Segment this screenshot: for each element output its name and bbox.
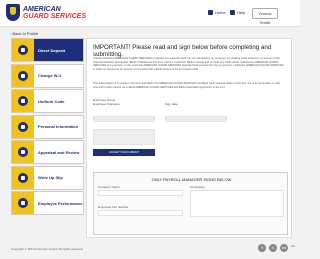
sign-date-field[interactable] [165, 116, 227, 122]
sidebar-item-label: Change W-4 [38, 73, 62, 78]
comments-field[interactable] [190, 190, 284, 217]
sidebar-item-label: Write Up Slip [38, 175, 63, 180]
sidebar-item-label: Personal Information [38, 124, 79, 129]
pencil-icon [18, 172, 28, 183]
accept-document-button[interactable]: ACCEPT DOCUMENT [93, 149, 155, 156]
nav-help-label: Help [237, 10, 246, 15]
sign-date-label: Sign date [165, 102, 178, 106]
copyright-text: Copyright © 2019 American Guard. All rig… [11, 247, 84, 251]
home-icon [208, 10, 213, 15]
sidebar-item-change-w4[interactable]: Change W-4 [11, 63, 84, 88]
company-name-label: Company Name [98, 185, 120, 189]
sidebar-item-label: Uniform Code [38, 98, 65, 104]
signature-pad[interactable] [93, 129, 155, 145]
top-bar: AMERICAN GUARD SERVICES Home Help Yvonne… [0, 0, 300, 27]
manager-section-title: ONLY PAYROLL MANAGER SIGNS BELOW [151, 177, 232, 182]
nav-help[interactable]: Help [230, 10, 245, 15]
facebook-icon[interactable]: f [258, 244, 266, 252]
chart-icon [18, 198, 28, 208]
employee-signature-label: Employee Signature [93, 102, 121, 106]
direct-deposit-form: IMPORTANT! Please read and sign below be… [86, 38, 292, 238]
sidebar-item-label: Direct Deposit [38, 47, 66, 53]
brand-logo[interactable]: AMERICAN GUARD SERVICES [6, 4, 86, 21]
employee-file-number-label: Employee File Number [98, 205, 129, 209]
sidebar-item-uniform-code[interactable]: Uniform Code [11, 89, 84, 113]
sidebar-item-label: Appraisal and Review [38, 149, 80, 155]
badge-icon [18, 96, 28, 106]
sidebar-item-appraisal-review[interactable]: Appraisal and Review [11, 140, 84, 164]
user-icon [18, 121, 28, 132]
shield-icon [6, 4, 20, 21]
user-menu-button[interactable]: Yvonne Smith [252, 8, 278, 25]
ad-label: AG [291, 244, 296, 248]
help-icon [230, 10, 235, 15]
linkedin-icon[interactable]: in [280, 244, 288, 252]
payroll-manager-section: ONLY PAYROLL MANAGER SIGNS BELOW Company… [93, 172, 288, 235]
brand-name-line2: GUARD SERVICES [23, 12, 87, 20]
sidebar-item-label: Employee Performance [38, 200, 83, 206]
back-link-label: Back to Profile [12, 31, 39, 36]
sidebar-item-personal-information[interactable]: Personal Information [11, 114, 84, 139]
termination-paragraph: This authorization is to remain in full … [93, 82, 281, 89]
sidebar: Direct Deposit Change W-4 Uniform Code P… [11, 38, 84, 217]
company-name-field[interactable] [98, 190, 183, 196]
sidebar-item-employee-performance[interactable]: Employee Performance [11, 191, 84, 215]
sidebar-item-direct-deposit[interactable]: Direct Deposit [11, 38, 84, 62]
form-icon [18, 70, 28, 81]
comments-label: Comments [190, 185, 205, 189]
bank-icon [18, 45, 28, 55]
employee-file-number-field[interactable] [98, 210, 183, 216]
twitter-icon[interactable]: t [269, 244, 277, 252]
employee-name-field[interactable] [93, 116, 155, 122]
sidebar-item-write-up-slip[interactable]: Write Up Slip [11, 165, 84, 190]
authorization-paragraph: I hereby authorize AMERICAN GUARD SERVIC… [93, 57, 284, 71]
nav-home-label: Home [215, 10, 226, 15]
brand-name-line1: AMERICAN [23, 5, 61, 13]
nav-home[interactable]: Home [208, 10, 226, 15]
star-icon [18, 147, 28, 157]
back-to-profile-link[interactable]: ‹ Back to Profile [10, 31, 38, 36]
page-title: IMPORTANT! Please read and sign below be… [93, 44, 272, 58]
